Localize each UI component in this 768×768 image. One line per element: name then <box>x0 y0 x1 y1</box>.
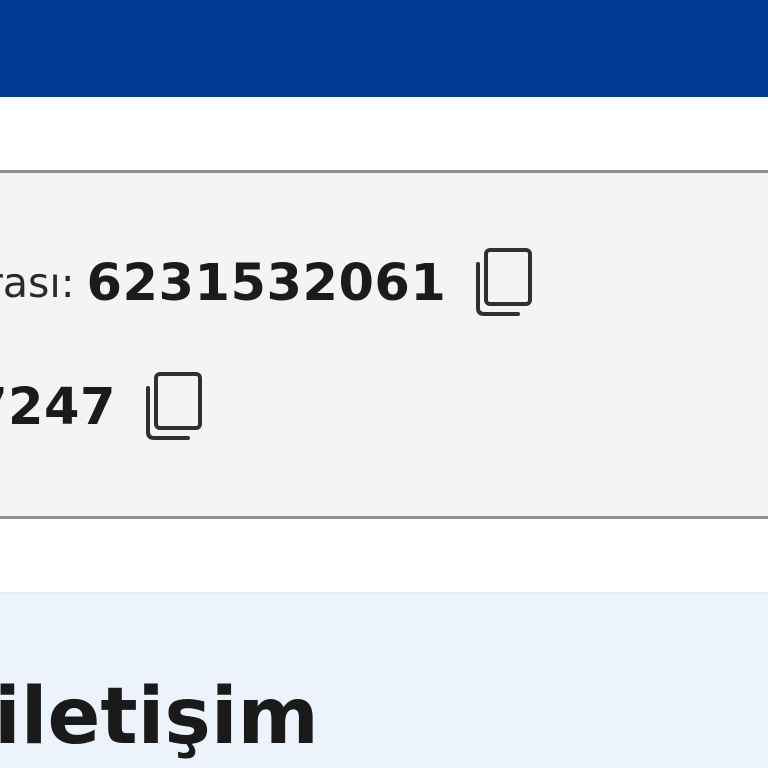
copy-icon[interactable] <box>140 371 204 443</box>
info-row-number: rası: 6231532061 <box>0 248 534 318</box>
info-value: 7247 <box>0 377 116 437</box>
top-header-bar <box>0 0 768 97</box>
copy-icon[interactable] <box>470 247 534 319</box>
contact-section: iletişim <box>0 592 768 768</box>
info-row-second-number: 7247 <box>0 372 204 442</box>
info-value: 6231532061 <box>86 253 447 313</box>
section-title: iletişim <box>0 672 319 762</box>
info-label: rası: <box>0 259 75 307</box>
info-panel: rası: 6231532061 7247 <box>0 170 768 519</box>
